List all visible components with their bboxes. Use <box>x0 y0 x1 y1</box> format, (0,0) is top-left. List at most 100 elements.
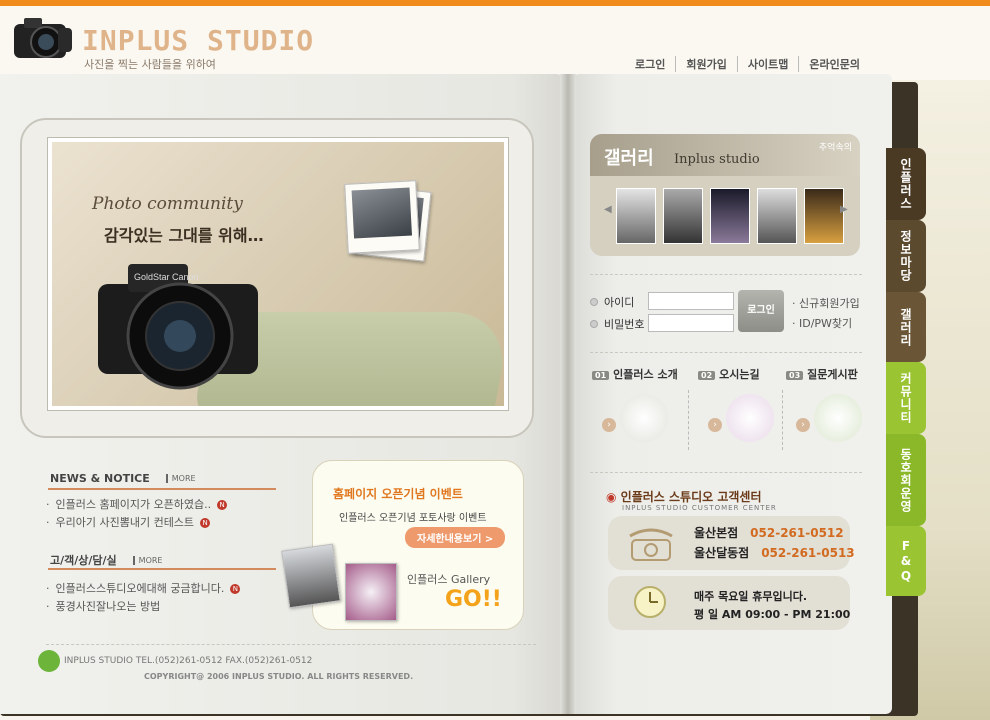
gallery-thumbnails <box>616 188 844 244</box>
login-divider <box>590 352 862 353</box>
id-label-row: 아이디 <box>590 294 634 310</box>
new-badge-icon: N <box>217 500 228 510</box>
signpost-icon <box>726 394 774 442</box>
arrow-icon[interactable]: › <box>796 418 810 432</box>
service-qna[interactable]: 03 질문게시판 › <box>786 366 876 456</box>
gallery-title[interactable]: 갤러리 <box>604 144 654 170</box>
gallery-panel: 갤러리 Inplus studio 추억속의 ◀ ▶ <box>590 134 860 256</box>
service-directions[interactable]: 02 오시는길 › <box>698 366 788 456</box>
site-logo-title[interactable]: INPLUS STUDIO <box>82 24 314 57</box>
arrow-icon[interactable]: › <box>708 418 722 432</box>
login-button[interactable]: 로그인 <box>738 290 784 332</box>
gallery-thumbnail[interactable] <box>804 188 844 244</box>
apple-logo-icon <box>38 650 60 672</box>
nav-login-link[interactable]: 로그인 <box>625 56 675 72</box>
hero-camera-brand: GoldStar Canon <box>134 272 199 282</box>
tab-club[interactable]: 동호회운영 <box>886 434 926 526</box>
news-item[interactable]: · 우리아기 사진뽐내기 컨테스트 N <box>46 514 227 532</box>
customer-center-title-text: 인플러스 스튜디오 고객센터 <box>620 490 762 504</box>
branch-name: 울산본점 <box>694 526 739 540</box>
consult-item-text[interactable]: 인플러스스튜디오에대해 궁금합니다. <box>56 580 225 598</box>
consult-item[interactable]: · 인플러스스튜디오에대해 궁금합니다. N <box>46 580 241 598</box>
telephone-icon <box>629 528 673 561</box>
find-idpw-link-text[interactable]: ID/PW찾기 <box>799 317 852 330</box>
gallery-divider <box>590 274 862 275</box>
service-label: 질문게시판 <box>807 368 858 381</box>
gallery-header: 갤러리 Inplus studio 추억속의 <box>590 134 860 176</box>
news-list: · 인플러스 홈페이지가 오픈하였습.. N · 우리아기 사진뽐내기 컨테스트 N <box>46 496 228 532</box>
id-input[interactable] <box>648 292 734 310</box>
news-more-link[interactable]: MORE <box>165 474 196 483</box>
tab-fnq[interactable]: F&Q <box>886 526 926 596</box>
site-header: INPLUS STUDIO 사진을 찍는 사람들을 위하여 로그인 회원가입 사… <box>0 6 990 80</box>
promo-go-button[interactable]: GO!! <box>445 587 502 612</box>
branch-row: 울산달동점 052-261-0513 <box>694 544 855 561</box>
branch-phone: 052-261-0512 <box>750 526 844 540</box>
customer-center-subtitle: INPLUS STUDIO CUSTOMER CENTER <box>622 504 777 512</box>
target-icon: ◉ <box>606 490 617 504</box>
arrow-icon[interactable]: › <box>602 418 616 432</box>
gallery-badge: 추억속의 <box>818 143 852 153</box>
nav-sitemap-link[interactable]: 사이트맵 <box>736 56 798 72</box>
nav-inquiry-link[interactable]: 온라인문의 <box>798 56 870 72</box>
gallery-thumbnail[interactable] <box>757 188 797 244</box>
service-separator <box>782 390 783 450</box>
polaroid-photo <box>344 180 420 254</box>
gallery-prev-arrow-icon[interactable]: ◀ <box>604 204 612 215</box>
camera-icon <box>620 394 668 442</box>
hero-banner[interactable]: Photo community 감각있는 그대를 위해… GoldStar Ca… <box>48 138 508 410</box>
consult-rule <box>48 568 276 570</box>
tab-community[interactable]: 커뮤니티 <box>886 362 926 434</box>
hero-camera-image: GoldStar Canon <box>98 264 258 390</box>
consult-item[interactable]: · 풍경사진잘나오는 방법 <box>46 598 240 616</box>
consult-item-text[interactable]: 풍경사진잘나오는 방법 <box>56 598 161 616</box>
tab-info[interactable]: 정보마당 <box>886 220 926 292</box>
news-section-title: NEWS & NOTICE MORE <box>50 472 196 485</box>
service-num: 02 <box>698 371 716 380</box>
footer-contact: INPLUS STUDIO TEL.(052)261-0512 FAX.(052… <box>64 656 313 666</box>
new-badge-icon: N <box>230 584 241 594</box>
consult-section-title: 고/객/상/담/실 MORE <box>50 552 162 568</box>
nav-signup-link[interactable]: 회원가입 <box>675 56 736 72</box>
login-links: · 신규회원가입 · ID/PW찾기 <box>792 294 860 334</box>
gallery-thumbnail[interactable] <box>616 188 656 244</box>
promo-description: 인플러스 오픈기념 포토사랑 이벤트 <box>339 513 487 524</box>
gallery-thumbnail[interactable] <box>710 188 750 244</box>
service-label: 오시는길 <box>719 368 760 381</box>
tab-inplus[interactable]: 인플러스 <box>886 148 926 220</box>
tab-gallery[interactable]: 갤러리 <box>886 292 926 362</box>
new-badge-icon: N <box>200 518 211 528</box>
signup-link[interactable]: · 신규회원가입 <box>792 294 860 314</box>
service-intro-label: 01 인플러스 소개 <box>592 366 678 382</box>
top-navigation: 로그인 회원가입 사이트맵 온라인문의 <box>625 56 870 72</box>
signup-link-text[interactable]: 신규회원가입 <box>799 297 860 310</box>
consult-title: 고/객/상/담/실 <box>50 554 117 567</box>
hero-slogan: 감각있는 그대를 위해… <box>104 226 264 245</box>
news-item-text[interactable]: 인플러스 홈페이지가 오픈하였습.. <box>56 496 212 514</box>
footer-divider <box>46 644 536 645</box>
news-item-text[interactable]: 우리아기 사진뽐내기 컨테스트 <box>56 514 195 532</box>
promo-flower-photo <box>345 563 397 621</box>
bullet-icon <box>590 298 598 306</box>
consult-list: · 인플러스스튜디오에대해 궁금합니다. N · 풍경사진잘나오는 방법 <box>46 580 241 616</box>
camera-logo-icon <box>14 18 72 58</box>
consult-more-link[interactable]: MORE <box>132 555 162 565</box>
service-separator <box>688 390 689 450</box>
password-input[interactable] <box>648 314 734 332</box>
pw-label: 비밀번호 <box>604 318 645 331</box>
gallery-next-arrow-icon[interactable]: ▶ <box>840 204 848 215</box>
find-idpw-link[interactable]: · ID/PW찾기 <box>792 314 860 334</box>
news-item[interactable]: · 인플러스 홈페이지가 오픈하였습.. N <box>46 496 228 514</box>
service-num: 03 <box>786 371 804 380</box>
service-intro[interactable]: 01 인플러스 소개 › <box>592 366 682 456</box>
hero-photo-community-text: Photo community <box>92 194 243 214</box>
news-title: NEWS & NOTICE <box>50 472 150 485</box>
promo-gallery-label: 인플러스 Gallery <box>407 573 491 586</box>
footer-copyright: COPYRIGHT@ 2006 INPLUS STUDIO. ALL RIGHT… <box>144 672 414 681</box>
customer-center-title: ◉ 인플러스 스튜디오 고객센터 <box>606 488 762 505</box>
promo-detail-button[interactable]: 자세한내용보기 > <box>405 527 506 548</box>
gallery-thumbnail[interactable] <box>663 188 703 244</box>
event-promo-card[interactable]: 홈페이지 오픈기념 이벤트 인플러스 오픈기념 포토사랑 이벤트 자세한내용보기… <box>281 460 524 630</box>
service-qna-label: 03 질문게시판 <box>786 366 858 382</box>
service-label: 인플러스 소개 <box>613 368 678 381</box>
